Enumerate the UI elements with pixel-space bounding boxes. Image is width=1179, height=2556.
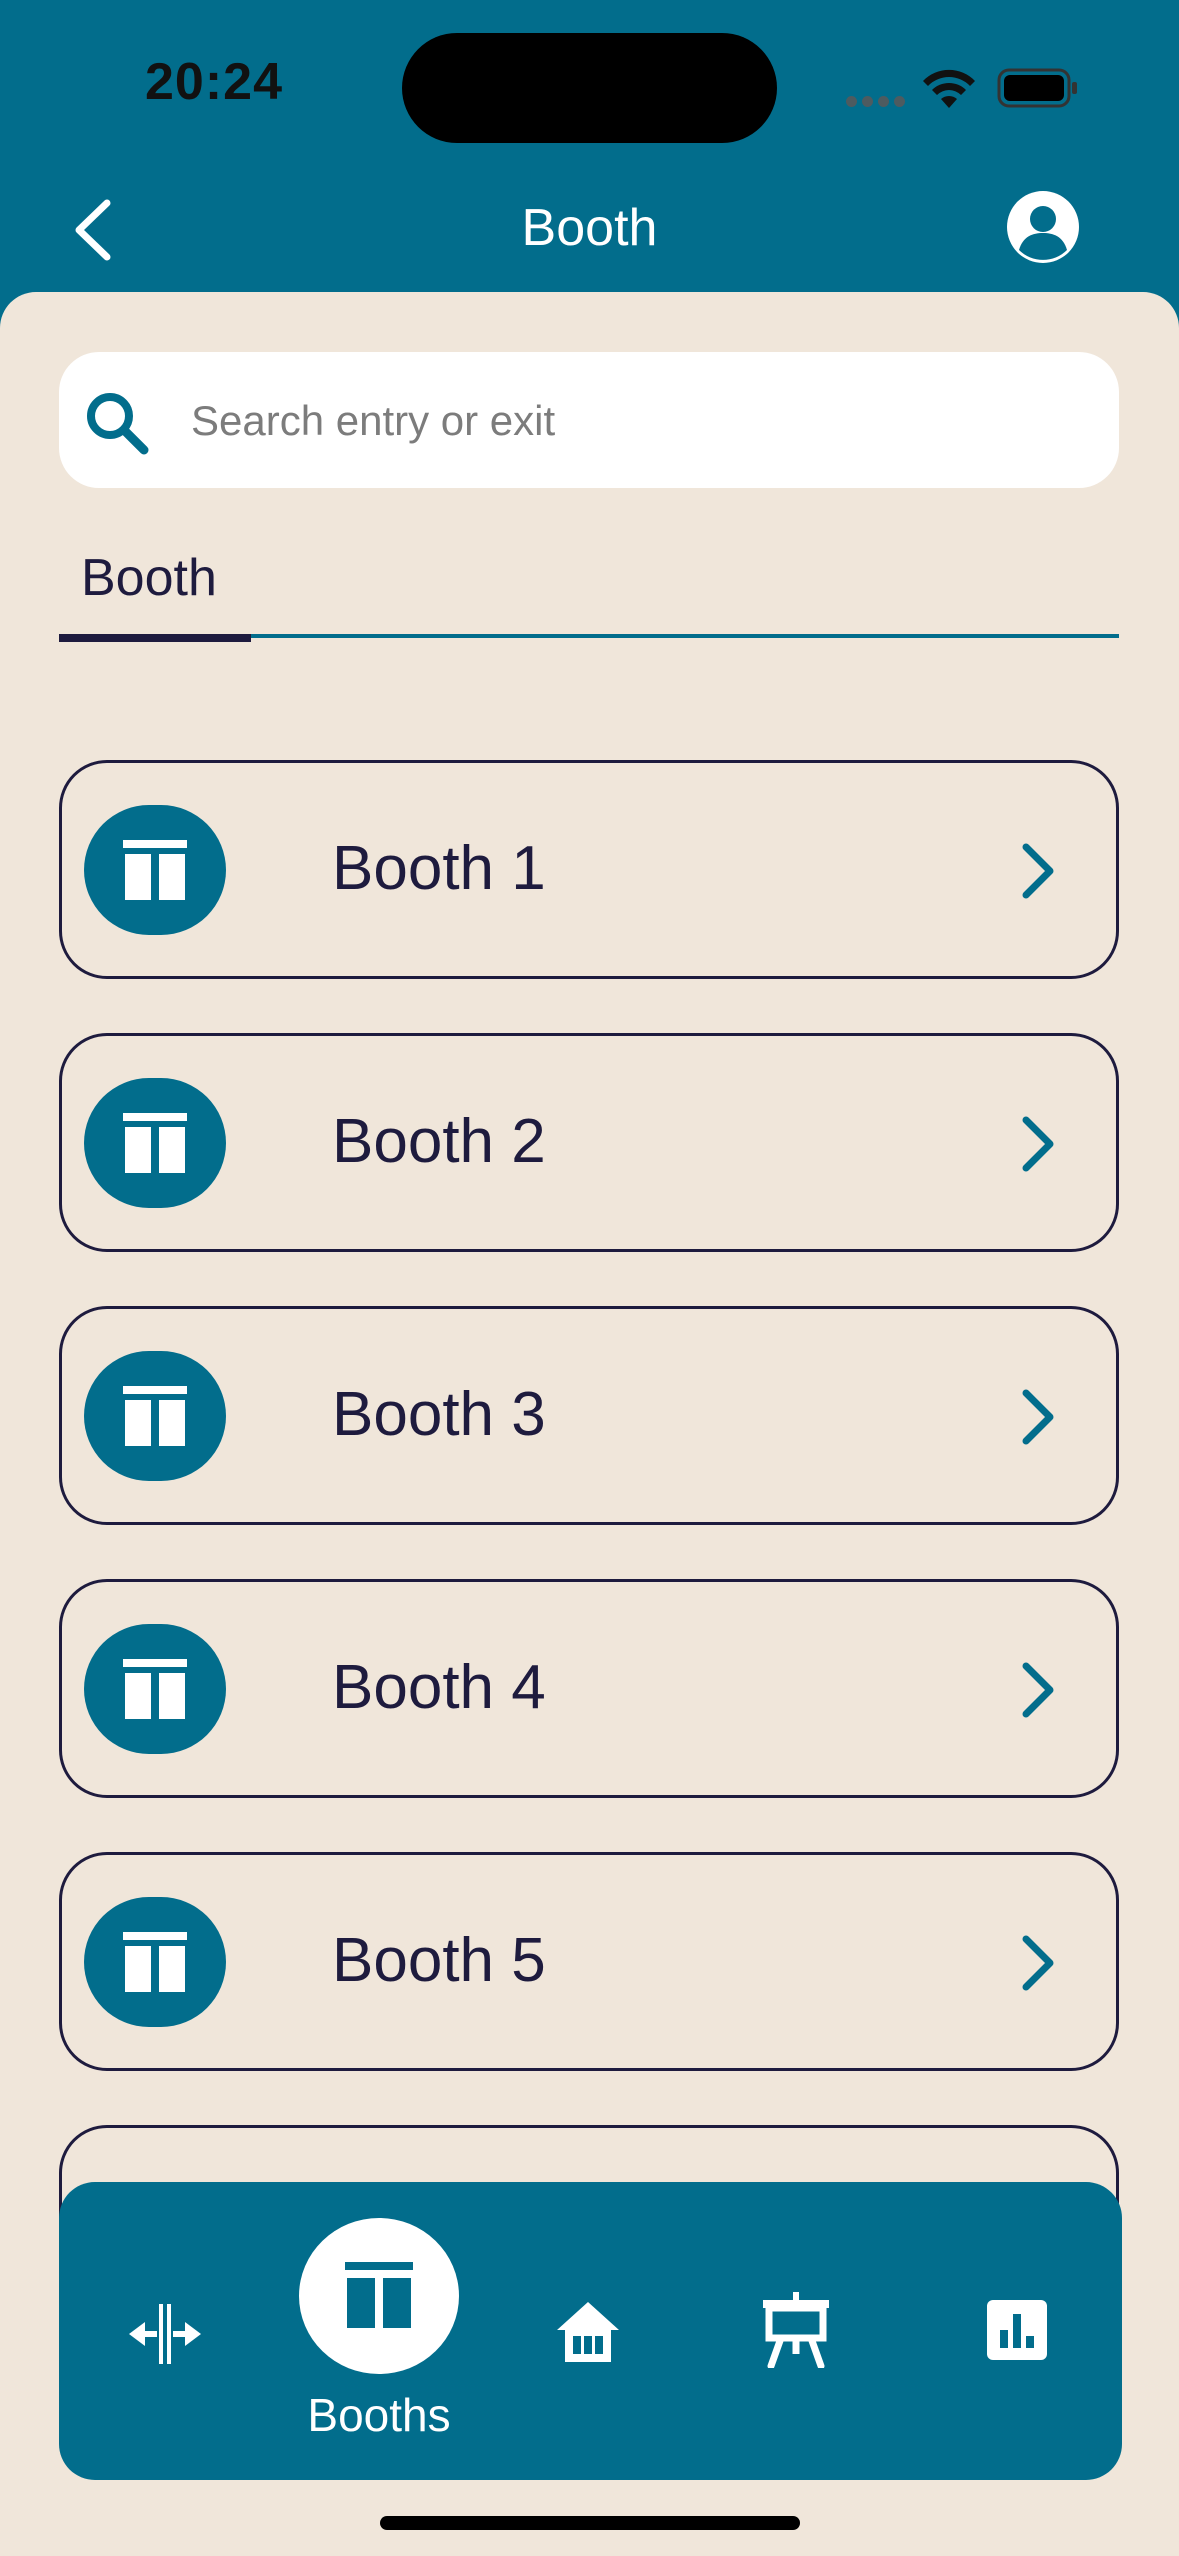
tab-bar: Booth xyxy=(59,542,1119,642)
booth-icon xyxy=(345,2262,413,2328)
dynamic-island xyxy=(402,33,777,143)
booth-icon xyxy=(84,805,226,935)
search-icon xyxy=(87,393,149,455)
bottom-nav: Booths xyxy=(59,2182,1122,2480)
search-input[interactable] xyxy=(189,352,1093,490)
booth-icon xyxy=(84,1351,226,1481)
status-time: 20:24 xyxy=(145,53,283,111)
profile-icon[interactable] xyxy=(1006,190,1080,264)
stats-icon[interactable] xyxy=(987,2300,1047,2360)
chevron-right-icon xyxy=(1022,1116,1054,1172)
tab-label: Booth xyxy=(81,549,217,607)
battery-icon xyxy=(997,68,1077,108)
page-title: Booth xyxy=(521,199,658,257)
booth-list-item[interactable]: Booth 4 xyxy=(59,1579,1119,1798)
chevron-right-icon xyxy=(1022,843,1054,899)
booth-list-item[interactable]: Booth 1 xyxy=(59,760,1119,979)
booth-label: Booth 4 xyxy=(332,1653,546,1722)
search-bar[interactable] xyxy=(59,352,1119,490)
entry-exit-icon[interactable] xyxy=(129,2302,201,2366)
stage-icon[interactable] xyxy=(761,2292,831,2368)
home-icon[interactable] xyxy=(555,2300,621,2364)
home-indicator xyxy=(380,2516,800,2530)
booth-label: Booth 3 xyxy=(332,1380,546,1449)
booth-icon xyxy=(84,1624,226,1754)
chevron-right-icon xyxy=(1022,1662,1054,1718)
booth-list-item[interactable]: Booth 5 xyxy=(59,1852,1119,2071)
booth-icon xyxy=(84,1897,226,2027)
wifi-icon xyxy=(923,69,975,108)
booth-label: Booth 5 xyxy=(332,1926,546,1995)
booth-label: Booth 1 xyxy=(332,834,546,903)
booth-icon xyxy=(84,1078,226,1208)
cellular-signal-icon xyxy=(846,96,906,108)
nav-booths-label[interactable]: Booths xyxy=(259,2388,499,2442)
booth-label: Booth 2 xyxy=(332,1107,546,1176)
status-bar: 20:24 xyxy=(0,0,1179,170)
nav-booths-button[interactable] xyxy=(299,2218,459,2374)
booth-list-item[interactable]: Booth 2 xyxy=(59,1033,1119,1252)
chevron-right-icon xyxy=(1022,1935,1054,1991)
active-tab-indicator xyxy=(59,634,251,642)
tab-booth[interactable]: Booth xyxy=(59,542,251,642)
app-header: Booth xyxy=(0,170,1179,290)
booth-list-item[interactable]: Booth 3 xyxy=(59,1306,1119,1525)
chevron-right-icon xyxy=(1022,1389,1054,1445)
